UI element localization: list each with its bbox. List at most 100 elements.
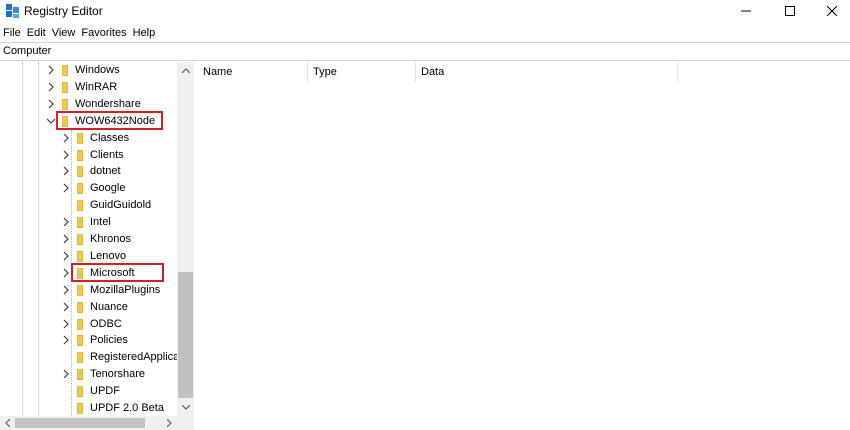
chevron-right-icon[interactable] [61,217,71,227]
tree-item-label: Google [90,182,126,195]
folder-icon [62,81,68,93]
folder-icon [77,149,83,161]
folder-icon [77,250,83,262]
tree-item-label: Clients [90,148,124,161]
folder-icon [77,352,83,364]
tree-item-khronos[interactable]: Khronos [0,231,176,248]
scroll-up-arrow-icon[interactable] [177,62,194,79]
tree-item-label: Intel [90,216,111,229]
menu-edit[interactable]: Edit [24,26,49,42]
tree-item-label: Nuance [90,300,128,313]
minimize-button[interactable] [724,0,768,22]
tree-horizontal-scrollbar[interactable] [0,416,177,430]
tree-item-clients[interactable]: Clients [0,147,176,164]
chevron-right-icon[interactable] [61,183,71,193]
tree-item-classes[interactable]: Classes [0,130,176,147]
chevron-right-icon[interactable] [61,166,71,176]
chevron-right-icon[interactable] [46,82,56,92]
values-list[interactable]: Name Type Data [197,62,850,430]
address-path: Computer [3,45,52,57]
tree-item-registeredapplica[interactable]: RegisteredApplica [0,349,180,366]
folder-icon [77,200,83,212]
maximize-icon [785,6,795,16]
chevron-right-icon[interactable] [61,319,71,329]
tree-item-label: Wondershare [75,97,141,110]
tree-item-guidguidold[interactable]: GuidGuidold [0,197,176,214]
tree-item-label: WinRAR [75,80,118,93]
tree-item-label: UPDF 2.0 Beta [90,402,164,414]
tree-item-nuance[interactable]: Nuance [0,299,176,316]
minimize-icon [741,10,751,12]
tree-vertical-scrollbar[interactable] [177,62,194,416]
menu-help[interactable]: Help [130,26,159,42]
tree-item-label: RegisteredApplica [90,351,180,364]
column-header-data-label: Data [421,66,445,78]
tree-item-windows[interactable]: Windows [0,62,176,79]
folder-icon [77,217,83,229]
chevron-right-icon[interactable] [61,302,71,312]
folder-icon [77,301,83,313]
tree-item-intel[interactable]: Intel [0,214,176,231]
scroll-down-arrow-icon[interactable] [177,399,194,416]
column-header-name[interactable]: Name [197,62,307,82]
tree-item-microsoft[interactable]: Microsoft [0,262,176,282]
chevron-right-icon[interactable] [46,99,56,109]
folder-icon [77,166,83,178]
tree-item-label: Windows [75,64,120,76]
tree-item-policies[interactable]: Policies [0,332,176,349]
tree-item-google[interactable]: Google [0,180,176,197]
chevron-right-icon[interactable] [61,285,71,295]
menu-view[interactable]: View [49,26,79,42]
column-header-type-label: Type [313,66,337,78]
address-bar[interactable]: Computer [0,42,850,61]
chevron-right-icon[interactable] [61,251,71,261]
highlight-box [56,110,163,130]
horizontal-scroll-thumb[interactable] [15,418,145,428]
tree-item-label: ODBC [90,317,122,330]
column-header-data[interactable]: Data [415,62,677,82]
folder-icon [62,65,68,76]
tree-item-label: UPDF [90,385,120,398]
chevron-right-icon[interactable] [61,150,71,160]
tree-item-updf-2-0-beta[interactable]: UPDF 2.0 Beta [0,400,176,417]
chevron-right-icon[interactable] [46,65,56,75]
tree-item-wow6432node[interactable]: WOW6432Node [0,110,176,130]
tree-item-odbc[interactable]: ODBC [0,316,176,333]
tree-item-updf[interactable]: UPDF [0,383,176,400]
chevron-right-icon[interactable] [61,369,71,379]
tree-item-tenorshare[interactable]: Tenorshare [0,366,176,383]
folder-icon [77,386,83,398]
tree-item-mozillaplugins[interactable]: MozillaPlugins [0,282,176,299]
window-title: Registry Editor [24,4,103,18]
tree-item-winrar[interactable]: WinRAR [0,79,176,96]
tree-item-label: Khronos [90,233,131,245]
tree-item-label: Policies [90,334,128,347]
menu-favorites[interactable]: Favorites [78,26,129,42]
folder-icon [77,369,83,381]
vertical-scroll-thumb[interactable] [178,272,193,398]
folder-icon [77,335,83,347]
column-header-type[interactable]: Type [307,62,415,82]
tree-item-label: Classes [90,131,130,144]
key-tree: Windows WinRAR Wondershare WOW6432Node Class… [0,62,194,430]
chevron-right-icon[interactable] [61,133,71,143]
tree-item-label: GuidGuidold [90,199,152,212]
column-separator[interactable] [677,62,678,82]
folder-icon [77,403,83,414]
maximize-button[interactable] [768,0,812,22]
chevron-right-icon[interactable] [61,268,71,278]
chevron-right-icon[interactable] [61,335,71,345]
scroll-right-arrow-icon[interactable] [162,416,177,430]
tree-item-label: MozillaPlugins [90,283,161,296]
folder-icon [77,132,83,144]
registry-editor-icon [5,3,21,19]
highlight-box [71,262,164,282]
chevron-right-icon[interactable] [61,234,71,244]
close-button[interactable] [810,0,850,22]
menu-file[interactable]: File [0,26,24,42]
tree-item-dotnet[interactable]: dotnet [0,163,176,180]
chevron-down-icon[interactable] [46,116,56,126]
tree-item-label: Lenovo [90,249,127,262]
folder-icon [77,183,83,195]
scroll-left-arrow-icon[interactable] [0,416,15,430]
